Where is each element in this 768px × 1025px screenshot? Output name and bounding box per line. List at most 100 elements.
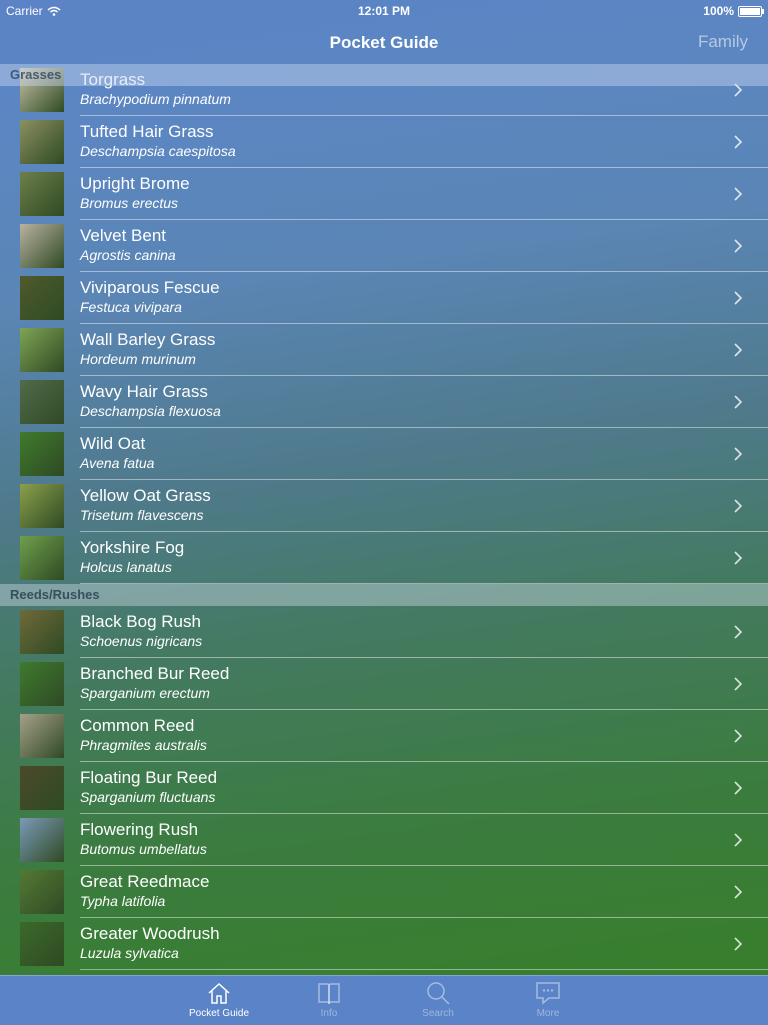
list-item[interactable]: Common Reed Phragmites australis bbox=[0, 710, 768, 762]
species-thumbnail bbox=[20, 380, 64, 424]
list-item[interactable]: Branched Bur Reed Sparganium erectum bbox=[0, 658, 768, 710]
common-name: Greater Woodrush bbox=[80, 924, 220, 943]
tab-info[interactable]: Info bbox=[289, 980, 369, 1019]
latin-name: Bromus erectus bbox=[80, 195, 179, 211]
tab-more[interactable]: More bbox=[508, 980, 588, 1019]
latin-name: Schoenus nigricans bbox=[80, 633, 203, 649]
tab-label: More bbox=[536, 1008, 560, 1019]
navigation-bar: Pocket Guide Family bbox=[0, 20, 768, 64]
chevron-right-icon bbox=[734, 833, 743, 847]
latin-name: Brachypodium pinnatum bbox=[80, 91, 231, 107]
latin-name: Sparganium erectum bbox=[80, 685, 210, 701]
species-thumbnail bbox=[20, 536, 64, 580]
common-name: Wall Barley Grass bbox=[80, 330, 216, 349]
chevron-right-icon bbox=[734, 551, 743, 565]
chevron-right-icon bbox=[734, 937, 743, 951]
chevron-right-icon bbox=[734, 677, 743, 691]
row-divider bbox=[80, 583, 768, 584]
tab-bar: Pocket Guide Info Search More bbox=[0, 975, 768, 1025]
common-name: Velvet Bent bbox=[80, 226, 167, 245]
latin-name: Agrostis canina bbox=[80, 247, 176, 263]
common-name: Branched Bur Reed bbox=[80, 664, 230, 683]
status-bar: Carrier 12:01 PM 100% bbox=[0, 0, 768, 20]
species-thumbnail bbox=[20, 432, 64, 476]
reeds-section: Black Bog Rush Schoenus nigricans Branched… bbox=[0, 606, 768, 970]
species-thumbnail bbox=[20, 484, 64, 528]
chevron-right-icon bbox=[734, 343, 743, 357]
tab-label: Pocket Guide bbox=[188, 1008, 250, 1019]
species-thumbnail bbox=[20, 662, 64, 706]
chevron-right-icon bbox=[734, 885, 743, 899]
chevron-right-icon bbox=[734, 781, 743, 795]
more-icon bbox=[536, 982, 560, 1005]
battery-icon bbox=[738, 5, 764, 17]
common-name: Common Reed bbox=[80, 716, 195, 735]
chevron-right-icon bbox=[734, 291, 743, 305]
list-item[interactable]: Yellow Oat Grass Trisetum flavescens bbox=[0, 480, 768, 532]
common-name: Great Reedmace bbox=[80, 872, 210, 891]
list-item[interactable]: Wavy Hair Grass Deschampsia flexuosa bbox=[0, 376, 768, 428]
chevron-right-icon bbox=[734, 625, 743, 639]
section-header-reeds: Reeds/Rushes bbox=[0, 584, 768, 606]
list-item[interactable]: Greater Woodrush Luzula sylvatica bbox=[0, 918, 768, 970]
chevron-right-icon bbox=[734, 499, 743, 513]
chevron-right-icon bbox=[734, 729, 743, 743]
latin-name: Avena fatua bbox=[80, 455, 155, 471]
species-thumbnail bbox=[20, 120, 64, 164]
tab-search[interactable]: Search bbox=[398, 980, 478, 1019]
page-title: Pocket Guide bbox=[329, 33, 439, 52]
list-item[interactable]: Upright Brome Bromus erectus bbox=[0, 168, 768, 220]
list-item[interactable]: Wall Barley Grass Hordeum murinum bbox=[0, 324, 768, 376]
common-name: Yellow Oat Grass bbox=[80, 486, 211, 505]
latin-name: Typha latifolia bbox=[80, 893, 166, 909]
list-item[interactable]: Wild Oat Avena fatua bbox=[0, 428, 768, 480]
list-item[interactable]: Velvet Bent Agrostis canina bbox=[0, 220, 768, 272]
latin-name: Holcus lanatus bbox=[80, 559, 172, 575]
common-name: Yorkshire Fog bbox=[80, 538, 185, 557]
list-item[interactable]: Flowering Rush Butomus umbellatus bbox=[0, 814, 768, 866]
common-name: Black Bog Rush bbox=[80, 612, 201, 631]
list-item[interactable]: Black Bog Rush Schoenus nigricans bbox=[0, 606, 768, 658]
common-name: Floating Bur Reed bbox=[80, 768, 218, 787]
common-name: Upright Brome bbox=[80, 174, 190, 193]
latin-name: Deschampsia flexuosa bbox=[80, 403, 221, 419]
chevron-right-icon bbox=[734, 447, 743, 461]
species-list[interactable]: Grasses Torgrass Brachypodium pinnatum Tuf… bbox=[0, 64, 768, 975]
species-thumbnail bbox=[20, 276, 64, 320]
book-icon bbox=[318, 983, 340, 1005]
list-item[interactable]: Great Reedmace Typha latifolia bbox=[0, 866, 768, 918]
chevron-right-icon bbox=[734, 135, 743, 149]
chevron-right-icon bbox=[734, 187, 743, 201]
species-thumbnail bbox=[20, 714, 64, 758]
species-thumbnail bbox=[20, 922, 64, 966]
list-item[interactable]: Tufted Hair Grass Deschampsia caespitosa bbox=[0, 116, 768, 168]
list-item[interactable]: Viviparous Fescue Festuca vivipara bbox=[0, 272, 768, 324]
battery-percent: 100% bbox=[703, 4, 734, 18]
species-thumbnail bbox=[20, 172, 64, 216]
clock: 12:01 PM bbox=[357, 4, 411, 18]
common-name: Viviparous Fescue bbox=[80, 278, 220, 297]
latin-name: Phragmites australis bbox=[80, 737, 207, 753]
species-thumbnail bbox=[20, 818, 64, 862]
species-thumbnail bbox=[20, 766, 64, 810]
home-icon bbox=[208, 982, 230, 1004]
latin-name: Deschampsia caespitosa bbox=[80, 143, 236, 159]
grasses-section: Torgrass Brachypodium pinnatum Tufted Hair… bbox=[0, 64, 768, 584]
latin-name: Trisetum flavescens bbox=[80, 507, 204, 523]
row-divider bbox=[80, 969, 768, 970]
list-item[interactable]: Floating Bur Reed Sparganium fluctuans bbox=[0, 762, 768, 814]
section-header-grasses: Grasses bbox=[0, 64, 768, 86]
latin-name: Butomus umbellatus bbox=[80, 841, 207, 857]
list-item[interactable]: Yorkshire Fog Holcus lanatus bbox=[0, 532, 768, 584]
species-thumbnail bbox=[20, 224, 64, 268]
latin-name: Festuca vivipara bbox=[80, 299, 182, 315]
tab-pocket-guide[interactable]: Pocket Guide bbox=[179, 980, 259, 1019]
common-name: Tufted Hair Grass bbox=[80, 122, 214, 141]
chevron-right-icon bbox=[734, 239, 743, 253]
common-name: Wavy Hair Grass bbox=[80, 382, 208, 401]
species-thumbnail bbox=[20, 870, 64, 914]
tab-label: Search bbox=[422, 1008, 454, 1019]
family-button[interactable]: Family bbox=[698, 32, 748, 52]
species-thumbnail bbox=[20, 610, 64, 654]
common-name: Wild Oat bbox=[80, 434, 146, 453]
